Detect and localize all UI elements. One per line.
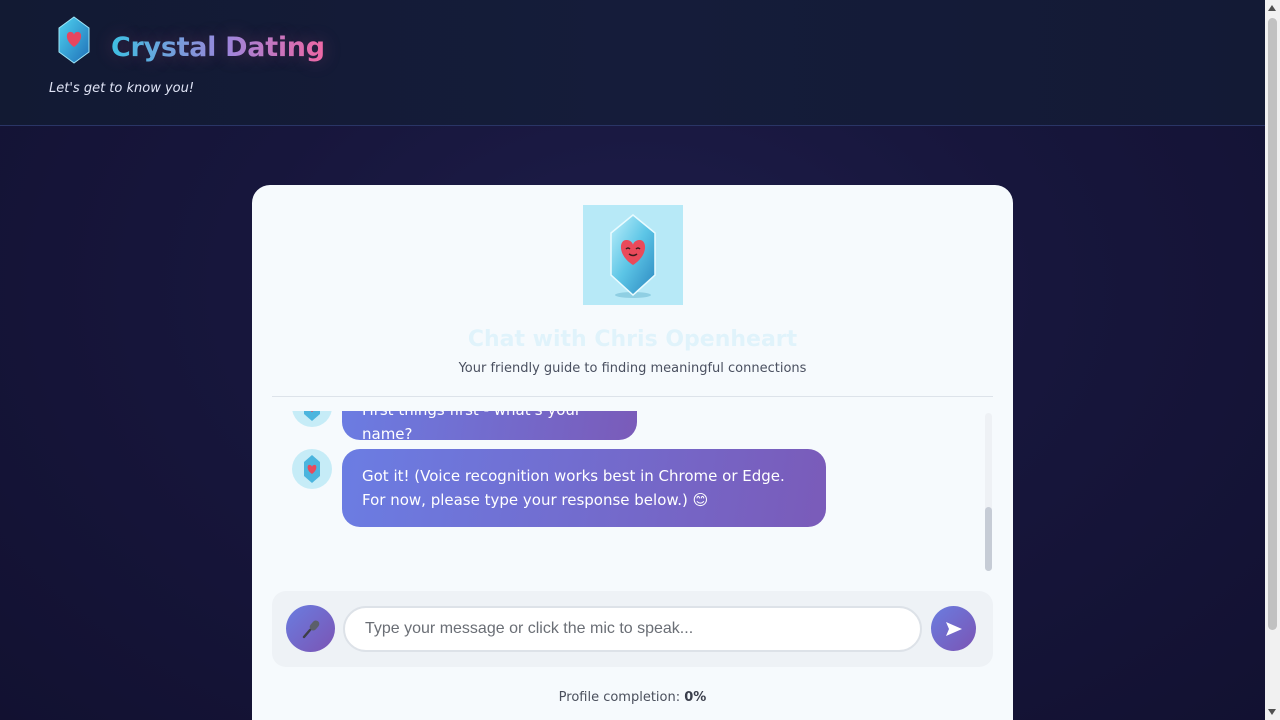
send-button[interactable] xyxy=(931,606,976,651)
mic-button[interactable] xyxy=(286,605,335,652)
crystal-heart-icon xyxy=(304,455,320,483)
chat-subtitle: Your friendly guide to finding meaningfu… xyxy=(458,361,807,376)
message-list[interactable]: First things first - what's your name? G… xyxy=(272,411,993,573)
chat-title: Chat with Chris Openheart xyxy=(467,327,798,352)
app-header: Crystal Dating Let's get to know you! xyxy=(0,0,1265,126)
brand-tagline: Let's get to know you! xyxy=(49,81,195,96)
message-scrollbar-thumb[interactable] xyxy=(985,507,992,571)
crystal-heart-logo-icon xyxy=(58,16,90,64)
profile-completion-label: Profile completion: xyxy=(558,690,681,705)
divider xyxy=(272,396,993,397)
send-arrow-icon xyxy=(945,621,962,636)
message-bubble: First things first - what's your name? xyxy=(342,411,637,443)
page-scrollbar-thumb[interactable] xyxy=(1268,18,1277,630)
chris-avatar-image xyxy=(583,205,683,305)
crystal-heart-icon xyxy=(304,411,320,421)
profile-completion-value: 0% xyxy=(684,690,707,705)
scroll-up-arrow-icon[interactable] xyxy=(1268,5,1276,11)
brand-title: Crystal Dating xyxy=(111,32,325,63)
message-input[interactable] xyxy=(343,606,922,652)
scroll-down-arrow-icon[interactable] xyxy=(1268,709,1276,715)
bot-avatar xyxy=(292,449,332,489)
chat-input-bar xyxy=(272,591,993,667)
page-scrollbar[interactable] xyxy=(1265,0,1280,720)
crystal-character-icon xyxy=(610,214,656,298)
message-scrollbar[interactable] xyxy=(985,413,992,571)
microphone-icon xyxy=(302,619,319,638)
profile-completion: Profile completion: 0% xyxy=(252,690,1013,705)
chat-card: Chat with Chris Openheart Your friendly … xyxy=(252,185,1013,720)
bot-avatar xyxy=(292,411,332,427)
message-bubble: Got it! (Voice recognition works best in… xyxy=(342,449,826,527)
